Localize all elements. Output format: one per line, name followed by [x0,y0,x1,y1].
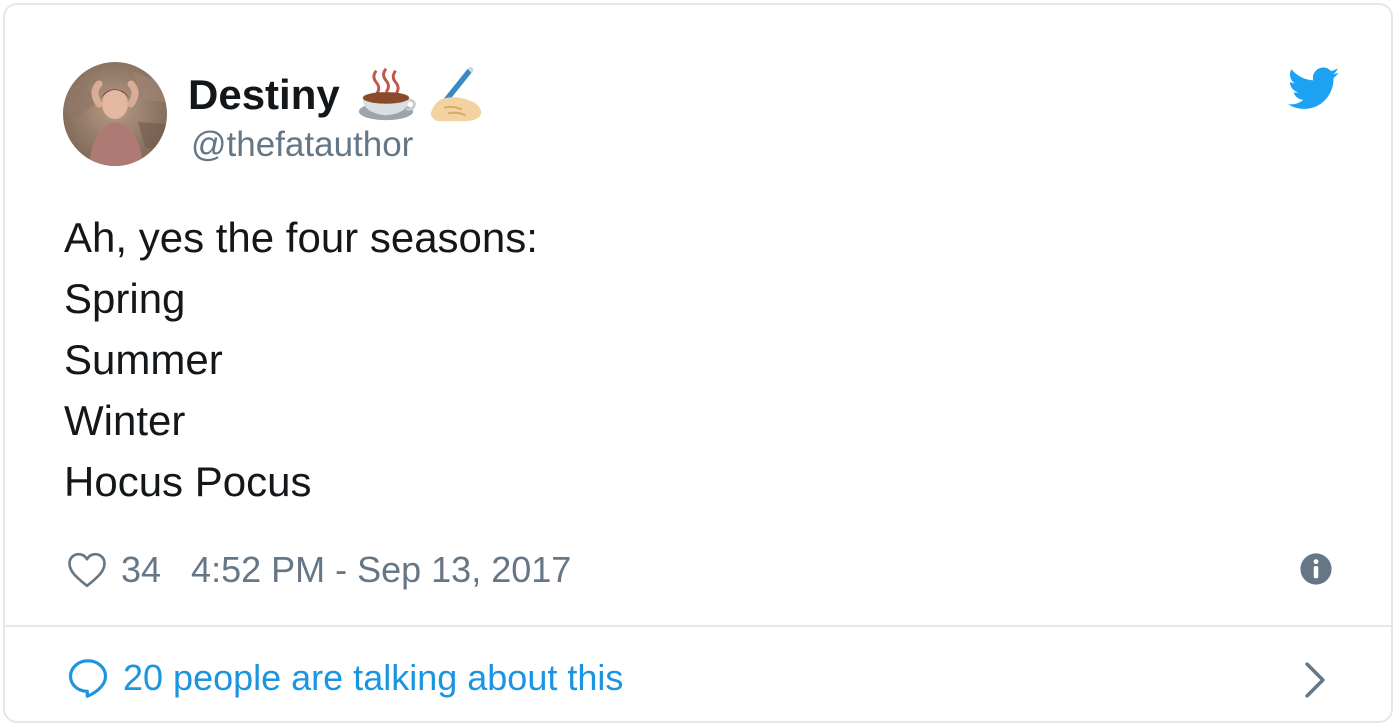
writing-hand-icon [430,66,482,122]
conversation-text: 20 people are talking about this [123,657,624,698]
user-handle[interactable]: @thefatauthor [191,122,413,168]
timestamp-link[interactable]: 4:52 PM - Sep 13, 2017 [191,549,571,591]
like-count[interactable]: 34 [121,549,161,591]
divider [5,625,1391,627]
tweet-meta: 34 4:52 PM - Sep 13, 2017 [67,545,571,595]
conversation-link[interactable]: 20 people are talking about this [67,653,623,703]
chevron-right-icon[interactable] [1301,661,1329,699]
tweet-text-line: Ah, yes the four seasons: [64,214,538,261]
info-icon[interactable] [1299,552,1333,586]
tweet-text-line: Summer [64,336,223,383]
speech-bubble-icon [68,659,108,698]
hot-beverage-icon [358,67,416,121]
tweet-text-line: Winter [64,397,186,444]
twitter-bird-icon[interactable] [1288,67,1340,111]
display-name[interactable]: Destiny [188,69,340,121]
tweet-text-line: Spring [64,275,186,322]
tweet-card: Destiny @thefatauthor Ah, yes the four s… [3,3,1393,723]
avatar-photo [63,62,167,166]
tweet-text-line: Hocus Pocus [64,458,312,505]
tweet-text: Ah, yes the four seasons: Spring Summer … [64,207,538,512]
heart-icon[interactable] [67,551,107,589]
avatar[interactable] [63,62,167,166]
